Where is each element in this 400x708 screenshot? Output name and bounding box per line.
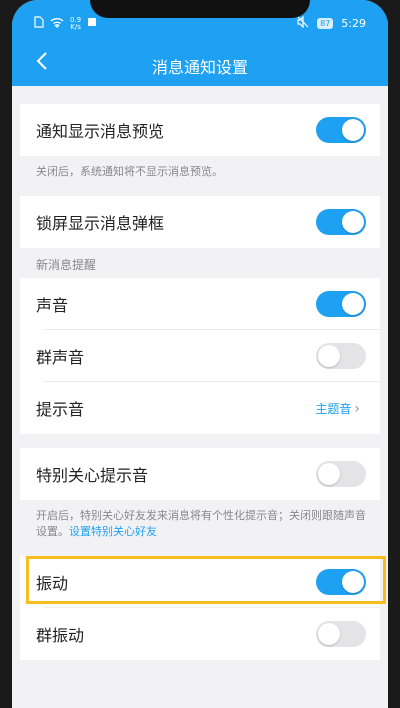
special-care-friends-link[interactable]: 设置特别关心好友 xyxy=(69,525,157,538)
preview-toggle[interactable] xyxy=(316,117,366,143)
group-vibrate-toggle[interactable] xyxy=(316,621,366,647)
tone-setting-row[interactable]: 提示音 主题音 › xyxy=(20,382,380,434)
page-title: 消息通知设置 xyxy=(151,58,248,77)
toggle-knob xyxy=(318,463,340,485)
sound-toggle[interactable] xyxy=(316,291,366,317)
status-bar: 0.9 K/s 87 5:29 xyxy=(12,0,388,42)
vibrate-setting-row: 振动 xyxy=(20,556,380,608)
group-sound-setting-row: 群声音 xyxy=(20,330,380,382)
toggle-knob xyxy=(342,571,364,593)
lockscreen-setting-row: 锁屏显示消息弹框 xyxy=(20,196,380,248)
special-care-setting-row: 特别关心提示音 xyxy=(20,448,380,500)
vibrate-toggle[interactable] xyxy=(316,569,366,595)
battery-indicator: 87 xyxy=(317,18,334,29)
sim-icon xyxy=(34,16,44,31)
title-bar: 消息通知设置 xyxy=(12,42,388,86)
status-right: 87 5:29 xyxy=(297,15,366,31)
special-care-toggle[interactable] xyxy=(316,461,366,487)
special-care-hint: 开启后，特别关心好友发来消息将有个性化提示音；关闭则跟随声音设置。设置特别关心好… xyxy=(36,508,376,540)
toggle-knob xyxy=(318,623,340,645)
group-sound-toggle[interactable] xyxy=(316,343,366,369)
mute-icon xyxy=(297,15,309,31)
phone-screen: 0.9 K/s 87 5:29 消息通知设置 通知显示消息预览 关闭后，系统通知… xyxy=(12,0,388,708)
special-care-setting-label: 特别关心提示音 xyxy=(36,466,149,485)
group-sound-setting-label: 群声音 xyxy=(36,348,85,367)
preview-setting-row: 通知显示消息预览 xyxy=(20,104,380,156)
lockscreen-setting-label: 锁屏显示消息弹框 xyxy=(36,214,165,233)
toggle-knob xyxy=(342,293,364,315)
lockscreen-toggle[interactable] xyxy=(316,209,366,235)
clock: 5:29 xyxy=(341,17,366,30)
sound-setting-row: 声音 xyxy=(20,278,380,330)
toggle-knob xyxy=(342,211,364,233)
toggle-knob xyxy=(318,345,340,367)
wifi-icon xyxy=(50,17,64,31)
vibrate-setting-label: 振动 xyxy=(36,574,69,593)
tone-value-text: 主题音 xyxy=(315,402,352,416)
tone-value[interactable]: 主题音 › xyxy=(315,400,360,417)
preview-setting-label: 通知显示消息预览 xyxy=(36,122,165,141)
net-speed: 0.9 K/s xyxy=(70,16,81,31)
group-vibrate-setting-label: 群振动 xyxy=(36,626,85,645)
chevron-right-icon: › xyxy=(354,401,360,417)
app-notification-icon xyxy=(87,17,97,30)
preview-hint: 关闭后，系统通知将不显示消息预览。 xyxy=(36,165,223,178)
camera-notch xyxy=(90,0,310,18)
tone-setting-label: 提示音 xyxy=(36,400,85,419)
net-speed-unit: K/s xyxy=(70,22,81,31)
new-message-section-title: 新消息提醒 xyxy=(36,258,97,272)
sound-setting-label: 声音 xyxy=(36,296,69,315)
toggle-knob xyxy=(342,119,364,141)
status-left: 0.9 K/s xyxy=(34,16,97,31)
group-vibrate-setting-row: 群振动 xyxy=(20,608,380,660)
